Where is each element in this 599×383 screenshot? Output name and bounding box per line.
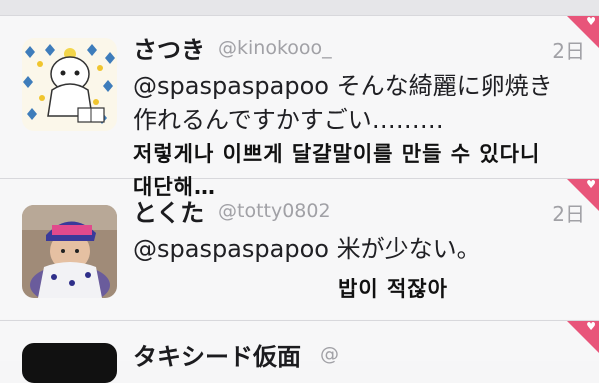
tweet-item[interactable]: ♥ とくた @totty0802 2日 @spaspaspapoo 米が少ない。…: [0, 178, 599, 319]
top-strip: [0, 0, 599, 16]
timestamp: 2日: [552, 202, 585, 226]
tweet-text-line: @spaspaspapoo 米が少ない。: [133, 235, 481, 263]
avatar[interactable]: [22, 38, 117, 131]
korean-translation-overlay: 밥이 적잖아: [338, 277, 448, 301]
timestamp: 2日: [552, 39, 585, 63]
heart-icon: ♥: [586, 178, 596, 191]
heart-icon: ♥: [586, 15, 596, 28]
display-name[interactable]: タキシード仮面: [133, 337, 301, 372]
korean-translation-overlay: 저렇게나 이쁘게 달걀말이를 만들 수 있다니: [133, 142, 541, 166]
avatar[interactable]: [22, 343, 117, 383]
tweet-text-line: @spaspaspapoo そんな綺麗に卵焼き: [133, 72, 553, 100]
tweet-item[interactable]: ♥ さつき @kinokooo_ 2日 @spaspaspapoo そんな綺麗に…: [0, 15, 599, 199]
heart-icon: ♥: [586, 320, 596, 333]
tweet-item[interactable]: ♥ タキシード仮面 @: [0, 320, 599, 383]
korean-translation-overlay: 대단해…: [133, 175, 216, 199]
avatar[interactable]: [22, 205, 117, 298]
user-handle[interactable]: @kinokooo_: [218, 37, 332, 59]
display-name[interactable]: さつき: [133, 30, 205, 65]
tweet-text-line: 作れるんですかすごい………: [133, 106, 444, 134]
user-handle[interactable]: @totty0802: [218, 200, 331, 222]
user-handle[interactable]: @: [320, 343, 339, 365]
